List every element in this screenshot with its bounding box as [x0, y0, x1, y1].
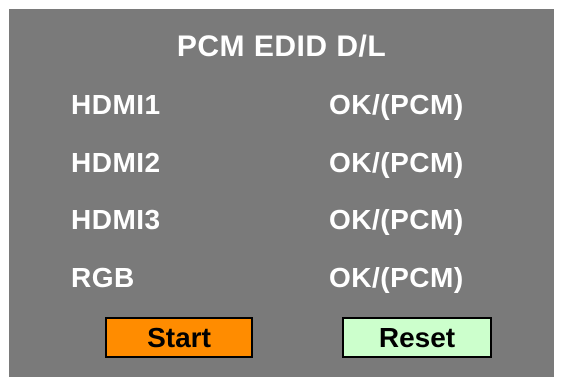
status-row-hdmi3: HDMI3 OK/(PCM) [9, 200, 554, 240]
status-value: OK/(PCM) [329, 89, 464, 120]
port-label: HDMI2 [71, 147, 161, 178]
start-button[interactable]: Start [105, 317, 253, 358]
port-label: HDMI3 [71, 204, 161, 235]
status-row-hdmi2: HDMI2 OK/(PCM) [9, 143, 554, 183]
port-label: HDMI1 [71, 89, 161, 120]
status-value: OK/(PCM) [329, 204, 464, 235]
reset-button[interactable]: Reset [342, 317, 492, 358]
status-value: OK/(PCM) [329, 262, 464, 293]
panel-title: PCM EDID D/L [176, 30, 387, 63]
status-value: OK/(PCM) [329, 147, 464, 178]
edid-download-panel: PCM EDID D/L HDMI1 OK/(PCM) HDMI2 OK/(PC… [9, 9, 554, 377]
status-row-hdmi1: HDMI1 OK/(PCM) [9, 85, 554, 125]
status-row-rgb: RGB OK/(PCM) [9, 258, 554, 298]
port-label: RGB [71, 262, 135, 293]
